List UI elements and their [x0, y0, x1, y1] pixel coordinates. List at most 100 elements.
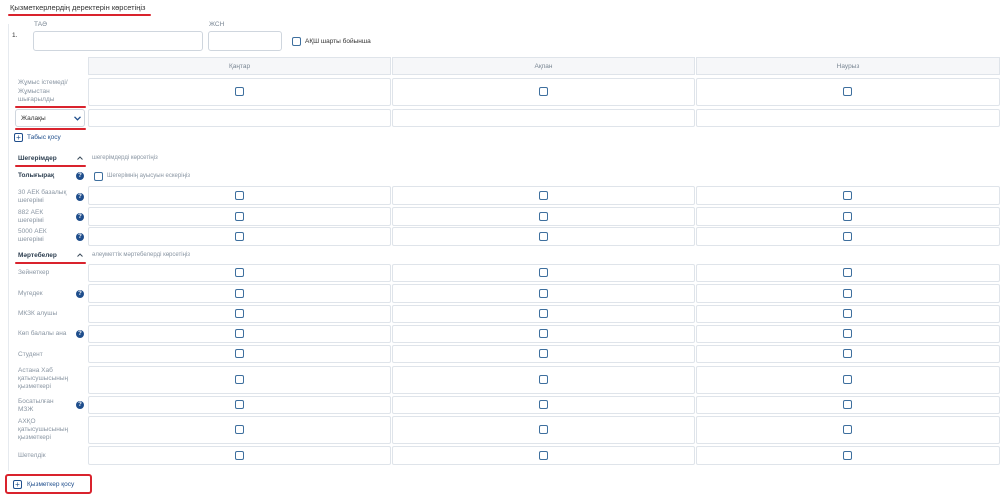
help-icon[interactable]: ? [76, 330, 84, 338]
help-icon[interactable]: ? [76, 233, 84, 241]
fired-checkbox-3[interactable] [843, 87, 852, 96]
deduction-row-label: 5000 АЕК шегерімі [18, 228, 47, 243]
plus-icon[interactable]: + [14, 133, 23, 142]
status-cell [88, 284, 391, 303]
deduction-cell [88, 207, 391, 226]
income-type-select[interactable]: Жалақы [15, 109, 85, 127]
status-checkbox[interactable] [538, 329, 548, 338]
help-icon[interactable]: ? [76, 193, 84, 201]
help-icon[interactable]: ? [76, 290, 84, 298]
help-icon[interactable]: ? [76, 172, 84, 180]
deduction-cell [392, 186, 695, 205]
deduction-cell [392, 207, 695, 226]
help-icon[interactable]: ? [76, 213, 84, 221]
month-header-1: Қаңтар [88, 57, 391, 75]
status-cell [696, 396, 1000, 414]
status-checkbox[interactable] [843, 309, 852, 318]
status-cell [88, 446, 391, 465]
page-title: Қызметкерлердің деректерін көрсетіңіз [10, 3, 146, 12]
deduction-checkbox[interactable] [843, 211, 852, 221]
status-checkbox[interactable] [538, 288, 548, 298]
status-checkbox[interactable] [843, 375, 852, 384]
status-checkbox[interactable] [843, 349, 852, 358]
deduction-checkbox[interactable] [538, 231, 548, 241]
status-row-label: Шетелдік [18, 452, 46, 459]
status-checkbox[interactable] [234, 309, 244, 318]
status-checkbox[interactable] [234, 450, 244, 460]
status-row-label: Зейнеткер [18, 269, 50, 276]
income-amount-input-1[interactable] [88, 109, 391, 127]
income-amount-input-3[interactable] [696, 109, 1000, 127]
status-checkbox[interactable] [538, 450, 548, 460]
fired-checkbox-1[interactable] [234, 87, 244, 96]
deductions-label[interactable]: Шегерімдер [18, 155, 57, 162]
deduction-checkbox[interactable] [234, 190, 244, 200]
deduction-checkbox[interactable] [234, 231, 244, 241]
help-icon[interactable]: ? [76, 401, 84, 409]
deduction-checkbox[interactable] [843, 231, 852, 241]
status-checkbox[interactable] [538, 375, 548, 384]
fired-underline [15, 106, 86, 108]
status-checkbox[interactable] [234, 400, 244, 409]
deduction-checkbox[interactable] [538, 190, 548, 200]
chevron-up-icon[interactable] [77, 156, 83, 160]
status-cell [392, 284, 695, 303]
row-label-fired: Жұмыс істемеді/ Жұмыстан шығарылды [18, 79, 68, 103]
chevron-down-icon [74, 116, 81, 121]
status-checkbox[interactable] [843, 450, 852, 460]
income-underline [15, 128, 86, 130]
deduction-transfer-label: Шегерімнің ауысуын ескеріңіз [107, 173, 190, 179]
status-checkbox[interactable] [234, 425, 244, 434]
status-cell [392, 305, 695, 323]
chevron-up-icon[interactable] [77, 253, 83, 257]
status-checkbox[interactable] [234, 329, 244, 338]
status-cell [88, 396, 391, 414]
status-cell [696, 416, 1000, 444]
month-header-3: Наурыз [696, 57, 1000, 75]
deduction-cell [696, 207, 1000, 226]
status-checkbox[interactable] [538, 425, 548, 434]
status-checkbox[interactable] [538, 400, 548, 409]
status-checkbox[interactable] [843, 268, 852, 277]
status-checkbox[interactable] [234, 268, 244, 277]
deduction-checkbox[interactable] [234, 211, 244, 221]
status-checkbox[interactable] [843, 329, 852, 338]
deduction-cell [88, 227, 391, 246]
status-cell [88, 345, 391, 363]
status-cell [392, 396, 695, 414]
status-cell [88, 416, 391, 444]
deduction-checkbox[interactable] [843, 190, 852, 200]
add-employee-button[interactable]: + Қызметкер қосу [5, 474, 92, 494]
add-income-link[interactable]: Табыс қосу [27, 134, 61, 141]
status-row-label: Көп балалы ана [18, 330, 67, 337]
deduction-cell [88, 186, 391, 205]
status-checkbox[interactable] [843, 288, 852, 298]
status-row-label: Мүгедек [18, 290, 43, 297]
deduction-transfer-checkbox[interactable] [94, 172, 103, 181]
deduction-checkbox[interactable] [538, 211, 548, 221]
deductions-underline [15, 165, 86, 167]
income-amount-input-2[interactable] [392, 109, 695, 127]
fired-cell [392, 78, 695, 106]
fired-checkbox-2[interactable] [538, 87, 548, 96]
status-row-label: МКЗК алушы [18, 310, 58, 317]
month-header-2: Ақпан [392, 57, 695, 75]
status-checkbox[interactable] [234, 288, 244, 298]
status-cell [392, 366, 695, 394]
status-checkbox[interactable] [234, 375, 244, 384]
status-cell [696, 284, 1000, 303]
deductions-hint: шегерімдерді көрсетіңіз [92, 155, 158, 161]
plus-icon: + [13, 480, 22, 489]
status-checkbox[interactable] [538, 349, 548, 358]
status-checkbox[interactable] [538, 268, 548, 277]
add-employee-label: Қызметкер қосу [27, 481, 75, 488]
statuses-hint: әлеуметтік мәртебелерді көрсетіңіз [92, 252, 191, 258]
status-checkbox[interactable] [843, 400, 852, 409]
statuses-label[interactable]: Мәртебелер [18, 252, 57, 259]
status-checkbox[interactable] [538, 309, 548, 318]
status-cell [392, 446, 695, 465]
status-checkbox[interactable] [843, 425, 852, 434]
statuses-underline [15, 262, 86, 264]
status-checkbox[interactable] [234, 349, 244, 358]
status-cell [392, 325, 695, 343]
